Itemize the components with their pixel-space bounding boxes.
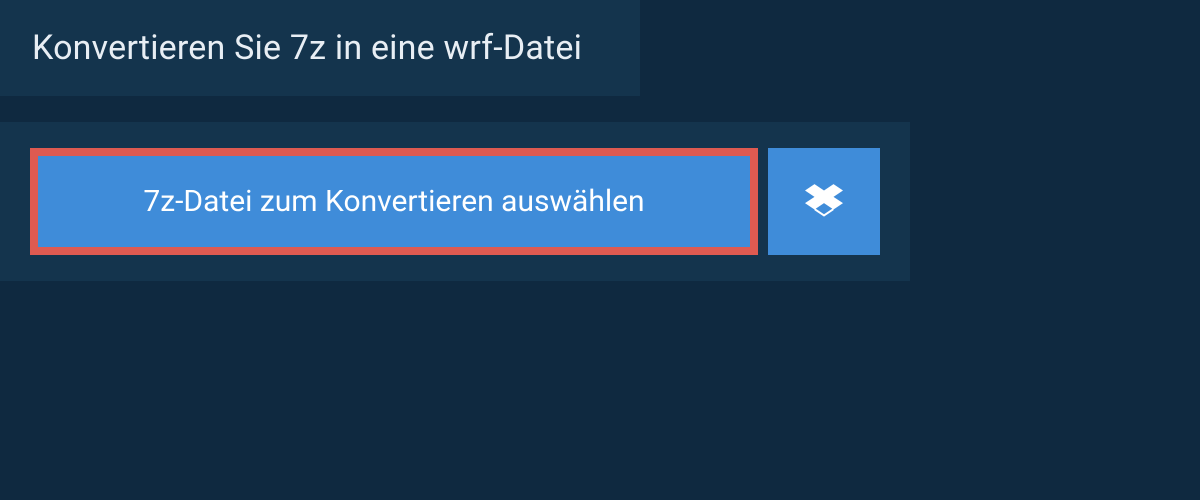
button-row: 7z-Datei zum Konvertieren auswählen xyxy=(30,148,880,255)
upload-panel: 7z-Datei zum Konvertieren auswählen xyxy=(0,122,910,281)
header-bar: Konvertieren Sie 7z in eine wrf-Datei xyxy=(0,0,640,96)
page-title: Konvertieren Sie 7z in eine wrf-Datei xyxy=(32,28,608,68)
select-file-button[interactable]: 7z-Datei zum Konvertieren auswählen xyxy=(30,148,758,255)
dropbox-icon xyxy=(805,181,843,223)
select-file-label: 7z-Datei zum Konvertieren auswählen xyxy=(143,184,644,219)
dropbox-button[interactable] xyxy=(768,148,880,255)
